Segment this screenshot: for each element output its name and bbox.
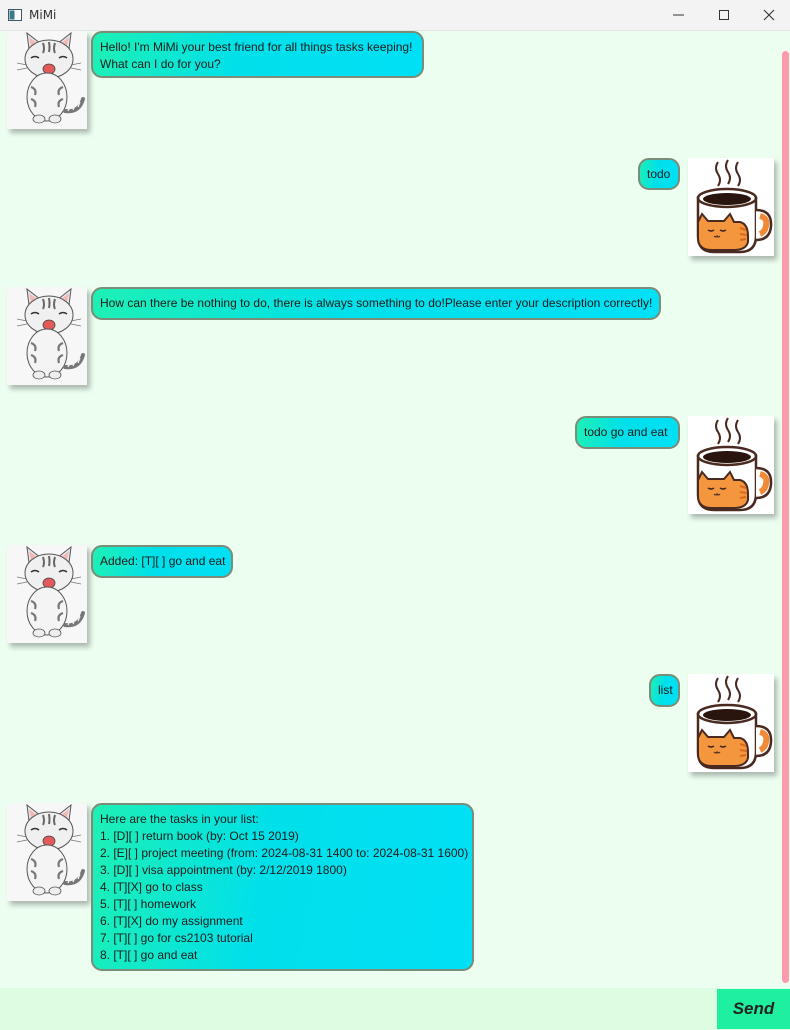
maximize-button[interactable] <box>701 0 747 30</box>
bot-message: How can there be nothing to do, there is… <box>91 287 661 320</box>
input-bar: Send <box>0 988 790 1030</box>
kitten-icon <box>16 287 85 380</box>
close-button[interactable] <box>746 0 790 30</box>
user-message: todo <box>638 158 680 190</box>
user-avatar <box>688 674 774 772</box>
user-message: todo go and eat <box>575 416 680 449</box>
bot-message: Hello! I'm MiMi your best friend for all… <box>91 31 424 78</box>
bot-avatar <box>7 287 87 385</box>
maximize-icon <box>719 10 729 20</box>
user-input[interactable] <box>0 988 716 1030</box>
dialog-container[interactable]: Hello! I'm MiMi your best friend for all… <box>0 31 790 988</box>
title-bar: MiMi <box>0 0 790 31</box>
bot-avatar <box>7 545 87 643</box>
kitten-icon <box>16 545 85 638</box>
send-button[interactable]: Send <box>717 989 790 1029</box>
scrollbar-thumb[interactable] <box>782 51 789 983</box>
bot-message: Added: [T][ ] go and eat <box>91 545 233 578</box>
bot-avatar <box>7 31 87 129</box>
minimize-button[interactable] <box>656 0 702 30</box>
app-window-icon <box>8 9 22 21</box>
user-message: list <box>649 674 680 707</box>
window-title: MiMi <box>29 8 57 22</box>
coffee-cat-mug-icon <box>696 675 773 770</box>
user-avatar <box>688 158 774 256</box>
kitten-icon <box>16 803 85 896</box>
kitten-icon <box>16 31 85 124</box>
coffee-cat-mug-icon <box>696 417 773 512</box>
bot-message: Here are the tasks in your list: 1. [D][… <box>91 803 474 971</box>
bot-avatar <box>7 803 87 901</box>
minimize-icon <box>673 14 684 16</box>
coffee-cat-mug-icon <box>696 159 773 254</box>
user-avatar <box>688 416 774 514</box>
close-icon <box>763 9 775 21</box>
